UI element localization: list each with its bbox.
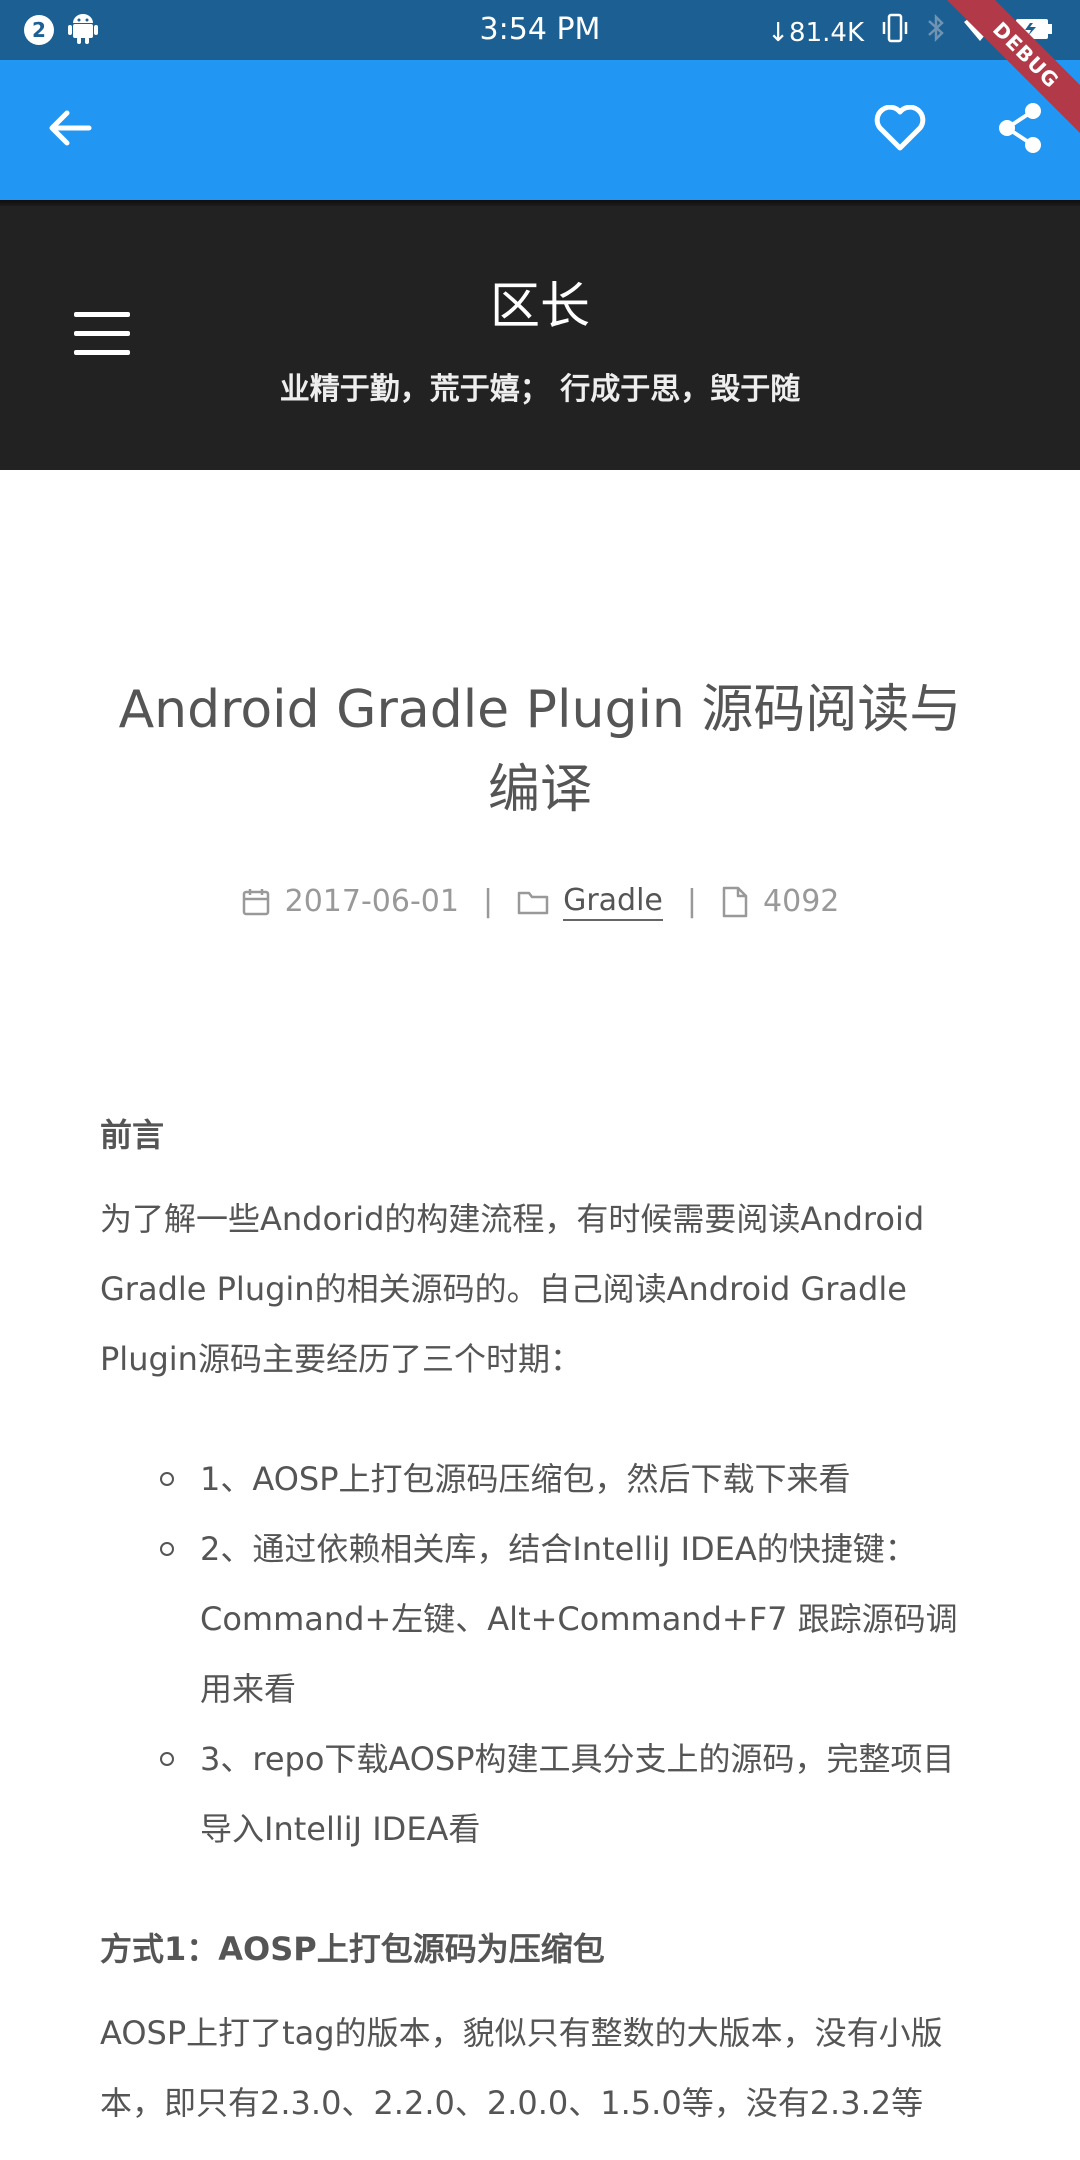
hamburger-icon-line bbox=[74, 350, 130, 355]
network-speed: ↓81.4K bbox=[767, 18, 864, 48]
file-icon bbox=[721, 886, 749, 918]
bluetooth-icon bbox=[926, 12, 946, 54]
post-title: Android Gradle Plugin 源码阅读与编译 bbox=[118, 680, 962, 820]
site-subtitle: 业精于勤，荒于嬉； 行成于思，毁于随 bbox=[279, 372, 801, 407]
post-word-count: 4092 bbox=[763, 884, 840, 919]
calendar-icon bbox=[241, 887, 271, 917]
circle-bullet-icon bbox=[160, 1752, 174, 1766]
history-list: 1、AOSP上打包源码压缩包，然后下载下来看 2、通过依赖相关库，结合Intel… bbox=[100, 1444, 980, 1864]
favorite-button[interactable] bbox=[870, 100, 930, 160]
list-item: 3、repo下载AOSP构建工具分支上的源码，完整项目导入IntelliJ ID… bbox=[100, 1724, 980, 1864]
arrow-back-icon bbox=[47, 108, 93, 152]
site-title[interactable]: 区长 bbox=[0, 274, 1080, 338]
preface-heading: 前言 bbox=[100, 1116, 165, 1154]
method1-paragraph: AOSP上打了tag的版本，貌似只有整数的大版本，没有小版本，即只有2.3.0、… bbox=[100, 2014, 943, 2122]
post-date: 2017-06-01 bbox=[284, 884, 459, 919]
share-button[interactable] bbox=[990, 100, 1050, 160]
site-header: 区长 业精于勤，荒于嬉； 行成于思，毁于随 bbox=[0, 206, 1080, 470]
back-button[interactable] bbox=[40, 100, 100, 160]
list-item: 1、AOSP上打包源码压缩包，然后下载下来看 bbox=[100, 1444, 980, 1514]
post-meta: 2017-06-01 | Gradle | 4092 bbox=[0, 880, 1080, 924]
folder-icon bbox=[517, 888, 549, 916]
preface-paragraph: 为了解一些Andorid的构建流程，有时候需要阅读Android Gradle … bbox=[100, 1200, 925, 1378]
circle-bullet-icon bbox=[160, 1542, 174, 1556]
meta-separator: | bbox=[482, 884, 494, 919]
heart-icon bbox=[874, 104, 926, 155]
vibrate-icon bbox=[880, 12, 910, 54]
list-item: 2、通过依赖相关库，结合IntelliJ IDEA的快捷键：Command+左键… bbox=[100, 1514, 980, 1724]
post-category-link[interactable]: Gradle bbox=[563, 883, 663, 921]
list-item-text: 3、repo下载AOSP构建工具分支上的源码，完整项目导入IntelliJ ID… bbox=[200, 1740, 955, 1848]
post-content: 前言 为了解一些Andorid的构建流程，有时候需要阅读Android Grad… bbox=[100, 1100, 980, 2138]
method1-heading: 方式1：AOSP上打包源码为压缩包 bbox=[100, 1930, 605, 1968]
share-icon bbox=[995, 102, 1045, 158]
list-item-text: 2、通过依赖相关库，结合IntelliJ IDEA的快捷键：Command+左键… bbox=[200, 1530, 958, 1708]
app-bar bbox=[0, 60, 1080, 200]
circle-bullet-icon bbox=[160, 1472, 174, 1486]
meta-separator: | bbox=[686, 884, 698, 919]
list-item-text: 1、AOSP上打包源码压缩包，然后下载下来看 bbox=[200, 1460, 851, 1498]
status-bar: 2 3:54 PM ↓81.4K bbox=[0, 0, 1080, 60]
